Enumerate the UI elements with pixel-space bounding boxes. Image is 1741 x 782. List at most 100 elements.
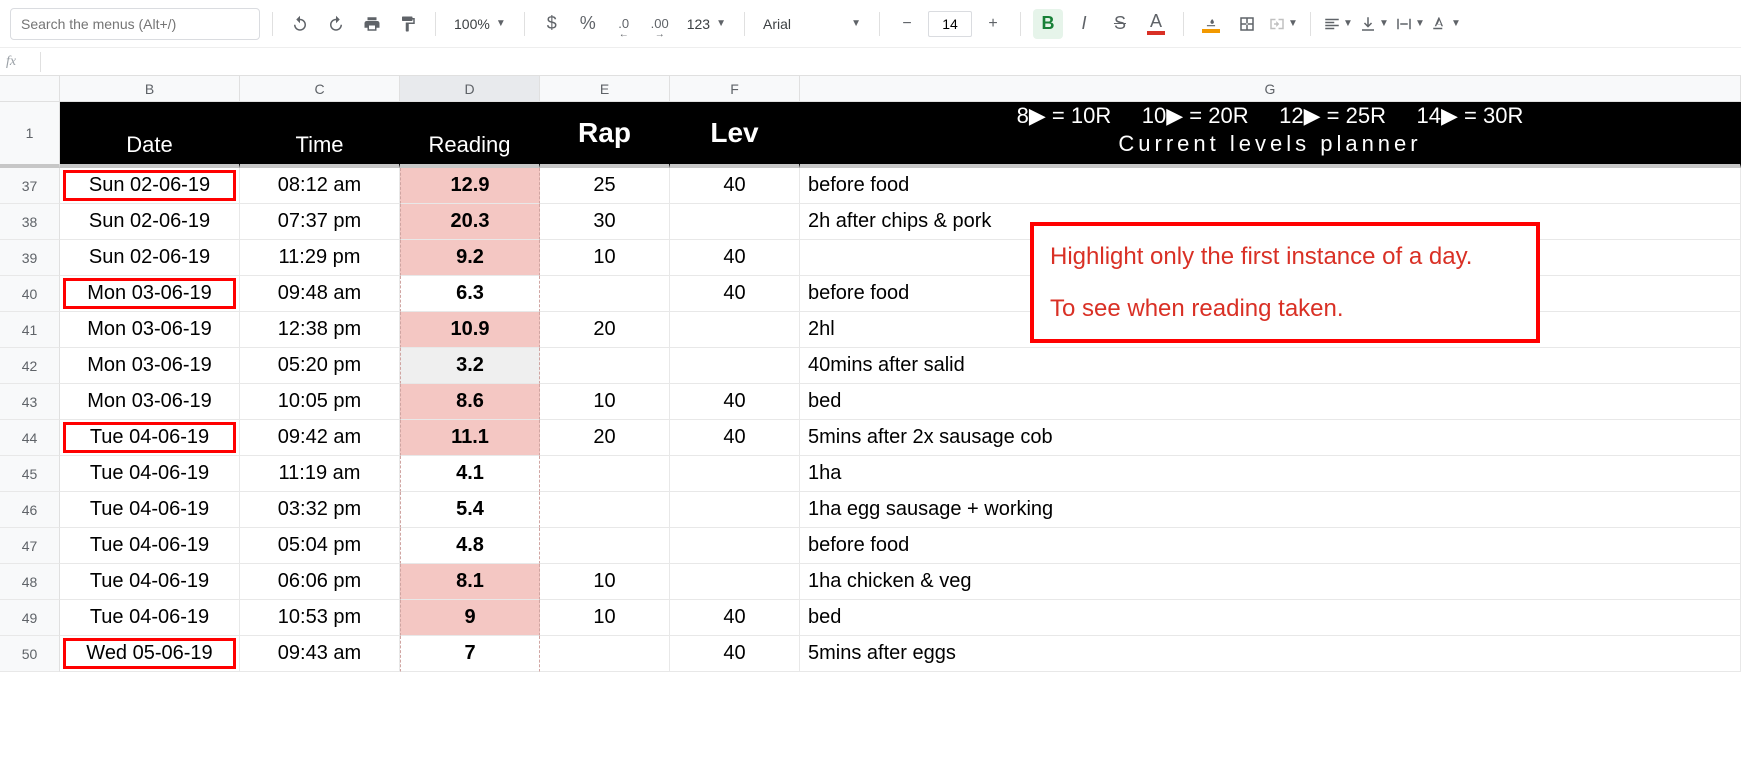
cell-rap[interactable] — [540, 636, 670, 672]
decrease-decimal-button[interactable]: .0 ← — [609, 9, 639, 39]
cell-reading[interactable]: 3.2 — [400, 348, 540, 384]
header-date[interactable]: Date — [60, 102, 240, 168]
header-rap[interactable]: Rap — [540, 102, 670, 168]
cell-note[interactable]: 1ha chicken & veg — [800, 564, 1741, 600]
cell-time[interactable]: 11:19 am — [240, 456, 400, 492]
cell-date[interactable]: Mon 03-06-19 — [60, 276, 240, 312]
cell-lev[interactable] — [670, 204, 800, 240]
cell-reading[interactable]: 4.8 — [400, 528, 540, 564]
cell-time[interactable]: 05:20 pm — [240, 348, 400, 384]
cell-rap[interactable]: 20 — [540, 420, 670, 456]
font-family-dropdown[interactable]: Arial ▼ — [757, 9, 867, 39]
strikethrough-button[interactable]: S — [1105, 9, 1135, 39]
cell-reading[interactable]: 12.9 — [400, 168, 540, 204]
cell-reading[interactable]: 10.9 — [400, 312, 540, 348]
cell-time[interactable]: 09:43 am — [240, 636, 400, 672]
header-lev[interactable]: Lev — [670, 102, 800, 168]
redo-button[interactable] — [321, 9, 351, 39]
cell-note[interactable]: bed — [800, 384, 1741, 420]
select-all-corner[interactable] — [0, 76, 60, 102]
row-header[interactable]: 39 — [0, 240, 60, 276]
row-header[interactable]: 46 — [0, 492, 60, 528]
cell-time[interactable]: 05:04 pm — [240, 528, 400, 564]
row-header[interactable]: 40 — [0, 276, 60, 312]
text-rotation-button[interactable]: ▼ — [1431, 9, 1461, 39]
row-header[interactable]: 43 — [0, 384, 60, 420]
cell-date[interactable]: Mon 03-06-19 — [60, 348, 240, 384]
cell-lev[interactable]: 40 — [670, 276, 800, 312]
cell-lev[interactable] — [670, 348, 800, 384]
zoom-dropdown[interactable]: 100% ▼ — [448, 9, 512, 39]
row-header[interactable]: 50 — [0, 636, 60, 672]
cell-date[interactable]: Wed 05-06-19 — [60, 636, 240, 672]
merge-cells-button[interactable]: ▼ — [1268, 9, 1298, 39]
cell-date[interactable]: Sun 02-06-19 — [60, 168, 240, 204]
row-header[interactable]: 45 — [0, 456, 60, 492]
cell-lev[interactable]: 40 — [670, 636, 800, 672]
cell-date[interactable]: Tue 04-06-19 — [60, 564, 240, 600]
cell-reading[interactable]: 9.2 — [400, 240, 540, 276]
col-header-g[interactable]: G — [800, 76, 1741, 102]
cell-reading[interactable]: 6.3 — [400, 276, 540, 312]
row-header[interactable]: 47 — [0, 528, 60, 564]
cell-lev[interactable] — [670, 312, 800, 348]
header-notes[interactable]: 8▶ = 10R 10▶ = 20R 12▶ = 25R 14▶ = 30R C… — [800, 102, 1741, 168]
row-header[interactable]: 49 — [0, 600, 60, 636]
formula-input[interactable] — [49, 49, 1735, 75]
cell-date[interactable]: Tue 04-06-19 — [60, 600, 240, 636]
cell-date[interactable]: Tue 04-06-19 — [60, 420, 240, 456]
col-header-c[interactable]: C — [240, 76, 400, 102]
cell-note[interactable]: before food — [800, 168, 1741, 204]
col-header-b[interactable]: B — [60, 76, 240, 102]
more-formats-dropdown[interactable]: 123 ▼ — [681, 9, 732, 39]
format-currency-button[interactable]: $ — [537, 9, 567, 39]
cell-time[interactable]: 10:05 pm — [240, 384, 400, 420]
cell-time[interactable]: 10:53 pm — [240, 600, 400, 636]
row-header[interactable]: 41 — [0, 312, 60, 348]
horizontal-align-button[interactable]: ▼ — [1323, 9, 1353, 39]
cell-rap[interactable]: 10 — [540, 564, 670, 600]
cell-reading[interactable]: 20.3 — [400, 204, 540, 240]
cell-rap[interactable]: 10 — [540, 240, 670, 276]
cell-rap[interactable] — [540, 456, 670, 492]
borders-button[interactable] — [1232, 9, 1262, 39]
cell-reading[interactable]: 11.1 — [400, 420, 540, 456]
cell-date[interactable]: Mon 03-06-19 — [60, 384, 240, 420]
cell-reading[interactable]: 4.1 — [400, 456, 540, 492]
cell-rap[interactable] — [540, 276, 670, 312]
cell-reading[interactable]: 5.4 — [400, 492, 540, 528]
spreadsheet-grid[interactable]: B C D E F G 1 Date Time Reading Rap Lev … — [0, 76, 1741, 672]
cell-lev[interactable]: 40 — [670, 240, 800, 276]
cell-note[interactable]: bed — [800, 600, 1741, 636]
cell-reading[interactable]: 9 — [400, 600, 540, 636]
cell-reading[interactable]: 8.6 — [400, 384, 540, 420]
cell-date[interactable]: Tue 04-06-19 — [60, 456, 240, 492]
row-header[interactable]: 38 — [0, 204, 60, 240]
text-wrap-button[interactable]: ▼ — [1395, 9, 1425, 39]
cell-lev[interactable]: 40 — [670, 600, 800, 636]
bold-button[interactable]: B — [1033, 9, 1063, 39]
cell-note[interactable]: 5mins after eggs — [800, 636, 1741, 672]
font-size-input[interactable] — [928, 11, 972, 37]
cell-lev[interactable]: 40 — [670, 384, 800, 420]
vertical-align-button[interactable]: ▼ — [1359, 9, 1389, 39]
cell-lev[interactable] — [670, 528, 800, 564]
col-header-f[interactable]: F — [670, 76, 800, 102]
cell-time[interactable]: 09:48 am — [240, 276, 400, 312]
print-button[interactable] — [357, 9, 387, 39]
cell-note[interactable]: before food — [800, 528, 1741, 564]
cell-reading[interactable]: 8.1 — [400, 564, 540, 600]
cell-note[interactable]: 1ha — [800, 456, 1741, 492]
col-header-d[interactable]: D — [400, 76, 540, 102]
search-menus-input[interactable] — [10, 8, 260, 40]
cell-note[interactable]: 1ha egg sausage + working — [800, 492, 1741, 528]
cell-lev[interactable]: 40 — [670, 420, 800, 456]
cell-date[interactable]: Mon 03-06-19 — [60, 312, 240, 348]
col-header-e[interactable]: E — [540, 76, 670, 102]
cell-time[interactable]: 03:32 pm — [240, 492, 400, 528]
increase-decimal-button[interactable]: .00 → — [645, 9, 675, 39]
cell-date[interactable]: Sun 02-06-19 — [60, 204, 240, 240]
font-size-increase-button[interactable]: + — [978, 9, 1008, 39]
row-header[interactable]: 42 — [0, 348, 60, 384]
font-size-decrease-button[interactable]: − — [892, 9, 922, 39]
